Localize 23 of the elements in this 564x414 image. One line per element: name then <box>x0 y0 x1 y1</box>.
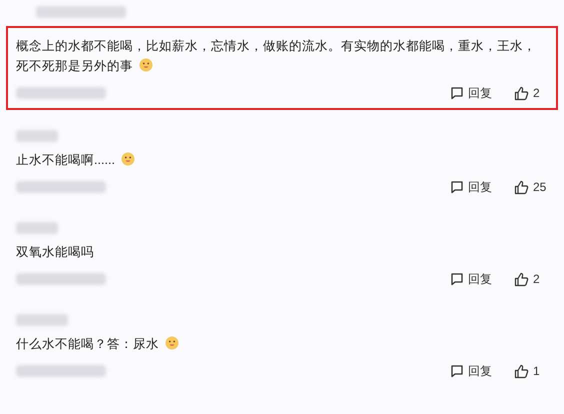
comment-icon <box>450 86 464 100</box>
thumbs-up-icon <box>514 86 529 100</box>
comment-text: 双氧水能喝吗 <box>16 245 94 259</box>
blurred-name <box>16 314 68 326</box>
reply-button[interactable]: 回复 <box>450 270 492 288</box>
blurred-name <box>16 130 58 142</box>
comment-text: 概念上的水都不能喝，比如薪水，忘情水，做账的流水。有实物的水都能喝，重水，王水，死不死那是另外的事 <box>16 39 536 73</box>
like-button[interactable]: 1 <box>514 362 548 380</box>
comment-icon <box>450 180 464 194</box>
like-button[interactable]: 2 <box>514 270 548 288</box>
like-button[interactable]: 25 <box>514 178 548 196</box>
reply-button[interactable]: 回复 <box>450 362 492 380</box>
reply-button[interactable]: 回复 <box>450 178 492 196</box>
reply-button[interactable]: 回复 <box>450 84 492 102</box>
like-button[interactable]: 2 <box>514 84 548 102</box>
comment-text: 什么水不能喝？答：尿水 <box>16 337 159 351</box>
blurred-name <box>16 222 58 234</box>
thumbs-up-icon <box>514 272 529 286</box>
thumbs-up-icon <box>514 364 529 378</box>
comment-icon <box>450 364 464 378</box>
comment-icon <box>450 272 464 286</box>
thumbs-up-icon <box>514 180 529 194</box>
comment-text: 止水不能喝啊...... <box>16 153 115 167</box>
